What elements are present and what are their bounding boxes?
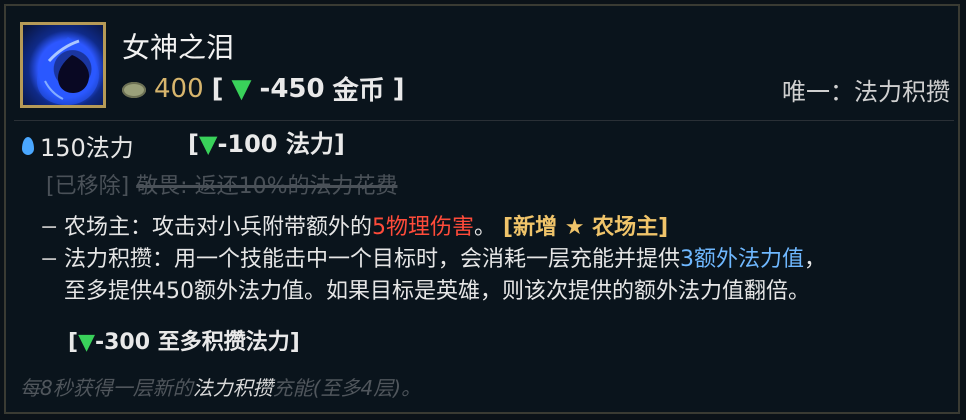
mana-change-value: -100	[217, 130, 278, 158]
passive-label: 农场主：	[64, 215, 153, 240]
passive-text-end: 。	[474, 215, 497, 240]
passive-mana-charge-continuation: 至多提供450额外法力值。如果目标是英雄，则该次提供的额外法力值翻倍。	[64, 279, 810, 304]
removed-text: 敬畏: 返还10%的法力花费	[136, 174, 398, 199]
cost-change: -450	[259, 73, 325, 104]
tag2-close: ]	[289, 330, 300, 355]
footer-b: 充能(至多4层)。	[272, 376, 422, 400]
item-name: 女神之泪	[122, 31, 235, 64]
passive-text: 攻击对小兵附带额外的	[152, 215, 373, 240]
passive-text-end: ，	[804, 247, 827, 272]
mana-stat: 150法力	[22, 128, 134, 163]
item-cost: 400 [ ▼ -450 金币 ]	[122, 70, 405, 107]
mana-change-unit: 法力	[285, 130, 334, 158]
removed-passive: [已移除] 敬畏: 返还10%的法力花费	[46, 168, 397, 200]
passives: − 农场主：攻击对小兵附带额外的5物理伤害。 [新增 ★ 农场主] − 法力积攒…	[40, 212, 940, 308]
item-tooltip: 女神之泪 400 [ ▼ -450 金币 ] 唯一：法力积攒 150法力 [▼-…	[4, 4, 960, 414]
mana-change: [▼-100 法力]	[188, 124, 345, 159]
passive-mana-charge: − 法力积攒：用一个技能击中一个目标时，会消耗一层充能并提供3额外法力值，	[40, 244, 940, 276]
tag2-open: [	[68, 330, 79, 355]
mana-change-close: ]	[333, 130, 345, 158]
cost-bracket-open: [	[211, 73, 224, 104]
stats-row: 150法力 [▼-100 法力]	[22, 124, 942, 164]
coin-icon	[122, 81, 146, 98]
passive-text: 用一个技能击中一个目标时，会消耗一层充能并提供	[174, 247, 681, 272]
bullet-dash: −	[40, 215, 59, 240]
tag2-value: -300	[94, 330, 151, 355]
cost-down-arrow: ▼	[231, 73, 252, 104]
unique-passive-label: 唯一：法力积攒	[782, 78, 950, 106]
tooltip-header: 女神之泪 400 [ ▼ -450 金币 ] 唯一：法力积攒	[14, 14, 954, 121]
footer-note: 每8秒获得一层新的法力积攒充能(至多4层)。	[20, 372, 421, 401]
passive-label: 法力积攒：	[64, 247, 175, 272]
gold-cost: 400	[154, 73, 204, 104]
mana-charge-change-tag: [▼-300 至多积攒法力]	[68, 324, 300, 356]
tag2-arrow: ▼	[78, 330, 95, 355]
removed-tag: [已移除]	[46, 174, 130, 199]
passive-highlight: 3额外法力值	[680, 247, 805, 272]
bullet-dash: −	[40, 247, 59, 272]
teardrop-icon	[20, 22, 106, 108]
tag2-text: 至多积攒法力	[157, 330, 290, 355]
passive-highlight: 5物理伤害	[372, 215, 475, 240]
mana-value: 150法力	[40, 134, 134, 162]
footer-a: 每8秒获得一层新的	[20, 376, 193, 400]
footer-em: 法力积攒	[192, 376, 273, 400]
mana-change-arrow: ▼	[198, 130, 218, 158]
cost-unit: 金币	[332, 76, 385, 106]
passive-farmer: − 农场主：攻击对小兵附带额外的5物理伤害。 [新增 ★ 农场主]	[40, 212, 940, 244]
mana-change-open: [	[188, 130, 199, 158]
mana-drop-icon	[22, 136, 34, 155]
cost-bracket-close: ]	[392, 73, 405, 104]
passive-new-tag: [新增 ★ 农场主]	[503, 215, 669, 240]
